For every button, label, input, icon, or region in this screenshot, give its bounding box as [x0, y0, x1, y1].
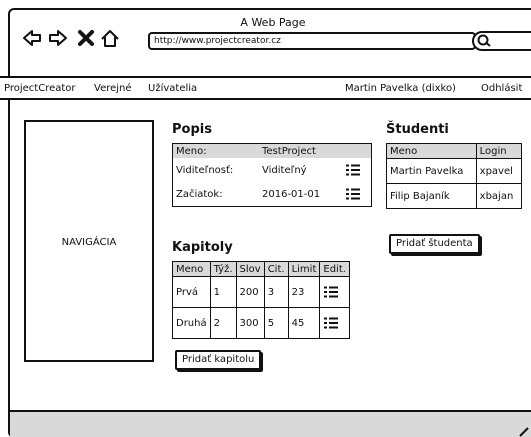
table-row: Viditeľnosť: Viditeľný: [173, 158, 372, 182]
popis-visibility-label: Viditeľnosť:: [176, 164, 234, 176]
column-header: Slov: [235, 261, 265, 277]
nav-users[interactable]: Užívatelia: [148, 83, 197, 94]
student-name: Martin Pavelka: [386, 158, 477, 184]
table-row: Začiatok: 2016-01-01: [173, 182, 372, 207]
column-header: Meno: [386, 143, 477, 159]
chapter-name: Prvá: [172, 276, 211, 308]
popis-start-value: 2016-01-01: [262, 188, 321, 200]
edit-list-icon[interactable]: [345, 164, 361, 176]
edit-list-icon[interactable]: [323, 286, 339, 298]
url-input[interactable]: http://www.projectcreator.cz: [148, 32, 476, 50]
column-header: Cit.: [263, 261, 289, 277]
resize-handle-icon[interactable]: [518, 424, 530, 437]
navigation-label: NAVIGÁCIA: [61, 237, 117, 248]
kapitoly-heading: Kapitoly: [172, 240, 233, 255]
column-header: Edit.: [319, 261, 350, 277]
column-header: Meno: [172, 261, 211, 277]
chapter-citations: 5: [263, 307, 289, 339]
student-login: xbajan: [475, 183, 523, 209]
brand-link[interactable]: ProjectCreator: [4, 83, 76, 94]
popis-name-label: Meno:: [172, 143, 259, 158]
chapter-words: 300: [235, 307, 265, 339]
popis-header-row: Meno: TestProject: [172, 143, 372, 158]
table-row: Prvá 1 200 3 23: [172, 276, 350, 308]
edit-list-icon[interactable]: [323, 317, 339, 329]
browser-footer: [10, 410, 531, 437]
back-arrow-icon[interactable]: [22, 28, 42, 48]
table-row: Druhá 2 300 5 45: [172, 307, 350, 339]
studenti-table: Meno Login Martin Pavelka xpavel Filip B…: [386, 143, 523, 209]
chapter-name: Druhá: [172, 307, 211, 339]
search-icon: [477, 34, 491, 47]
navigation-panel: NAVIGÁCIA: [24, 120, 154, 362]
chapter-citations: 3: [263, 276, 289, 308]
studenti-header-row: Meno Login: [386, 143, 523, 159]
nav-public[interactable]: Verejné: [94, 83, 132, 94]
popis-heading: Popis: [172, 122, 212, 137]
column-header: Limit: [287, 261, 321, 277]
chapter-week: 1: [209, 276, 237, 308]
chapter-week: 2: [209, 307, 237, 339]
table-row: Filip Bajaník xbajan: [386, 183, 523, 209]
chapter-limit: 23: [287, 276, 321, 308]
student-name: Filip Bajaník: [386, 183, 477, 209]
popis-start-label: Začiatok:: [176, 188, 223, 200]
popis-table: Meno: TestProject Viditeľnosť: Viditeľný…: [172, 143, 372, 207]
add-student-button[interactable]: Pridať študenta: [389, 234, 480, 254]
studenti-heading: Študenti: [386, 122, 449, 137]
popis-visibility-value: Viditeľný: [262, 164, 307, 176]
forward-arrow-icon[interactable]: [48, 28, 68, 48]
student-login: xpavel: [475, 158, 523, 184]
current-user[interactable]: Martin Pavelka (dixko): [345, 83, 456, 94]
table-row: Martin Pavelka xpavel: [386, 158, 523, 184]
home-icon[interactable]: [100, 28, 120, 48]
column-header: Login: [475, 143, 523, 159]
column-header: Týž.: [209, 261, 237, 277]
chapter-limit: 45: [287, 307, 321, 339]
close-icon[interactable]: [76, 28, 96, 48]
add-chapter-button[interactable]: Pridať kapitolu: [175, 350, 262, 370]
chapter-words: 200: [235, 276, 265, 308]
app-navbar: ProjectCreator Verejné Užívatelia Martin…: [0, 76, 531, 100]
kapitoly-header-row: Meno Týž. Slov Cit. Limit Edit.: [172, 261, 350, 277]
page: A Web Page http://www.projectcreator.cz …: [0, 0, 531, 437]
search-field[interactable]: [472, 31, 531, 51]
popis-name-value: TestProject: [259, 143, 372, 158]
logout-link[interactable]: Odhlásit: [481, 83, 522, 94]
kapitoly-table: Meno Týž. Slov Cit. Limit Edit. Prvá 1 2…: [172, 261, 350, 339]
edit-list-icon[interactable]: [345, 188, 361, 200]
